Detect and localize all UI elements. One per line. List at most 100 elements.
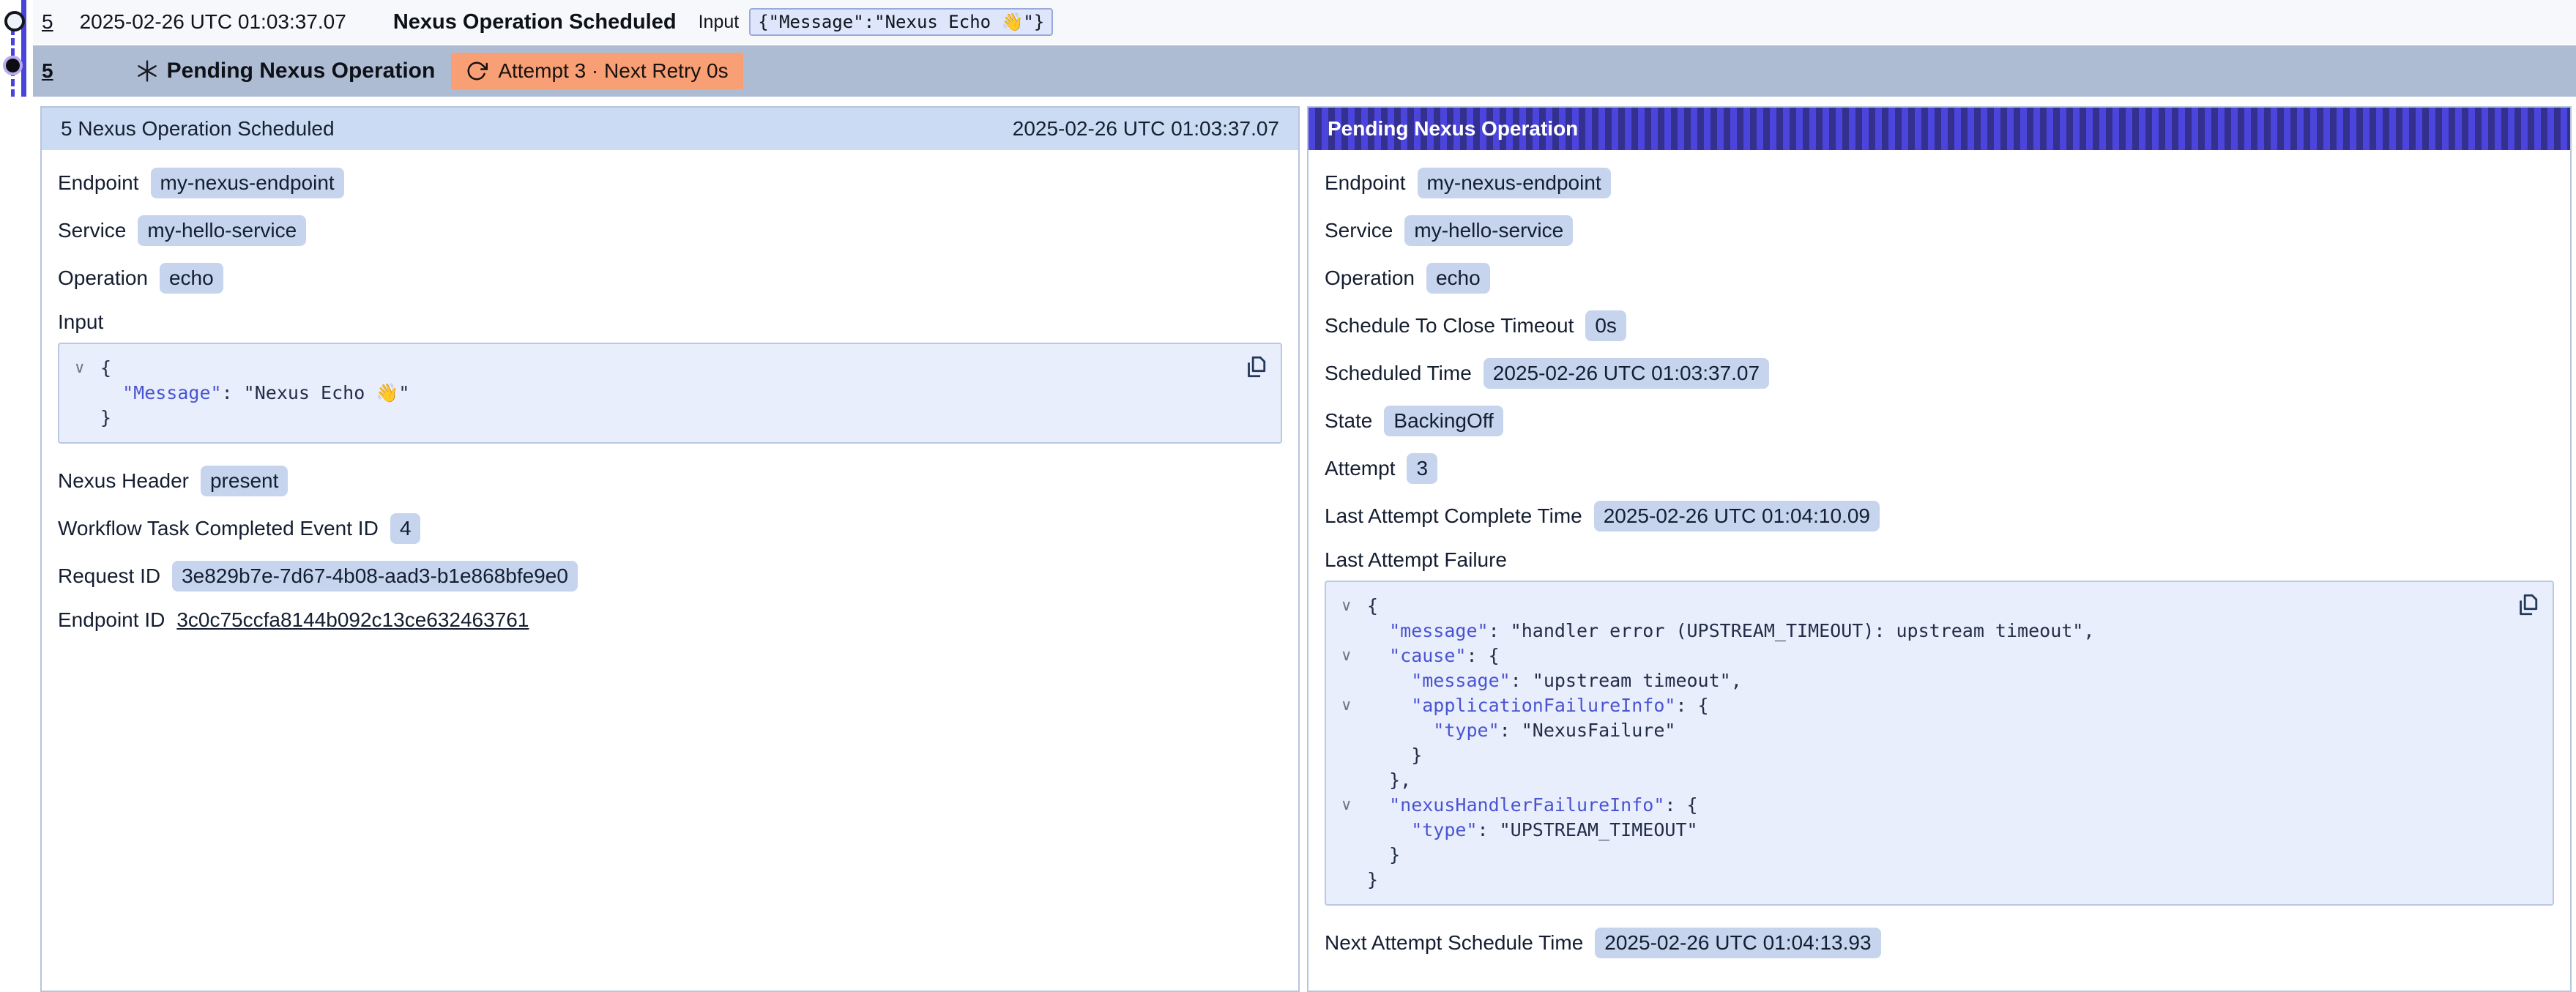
field-label: Nexus Header [58, 469, 189, 493]
detail-row-endpoint-id: Endpoint ID 3c0c75ccfa8144b092c13ce63246… [58, 608, 1282, 632]
event-detail-title: 5 Nexus Operation Scheduled [61, 117, 335, 141]
event-id-link[interactable]: 5 [42, 10, 53, 34]
json-line: "type": "UPSTREAM_TIMEOUT" [1341, 818, 2538, 843]
field-label: Endpoint [58, 171, 139, 195]
input-section-label: Input [58, 310, 1282, 334]
detail-row-operation: Operation echo [1325, 263, 2554, 294]
json-line: ∨{ [74, 356, 1266, 381]
json-line: "message": "handler error (UPSTREAM_TIME… [1341, 619, 2538, 644]
detail-row-last-attempt-complete-time: Last Attempt Complete Time 2025-02-26 UT… [1325, 501, 2554, 532]
input-json-viewer: ∨{ "Message": "Nexus Echo 👋" } [58, 343, 1282, 444]
retry-icon [466, 60, 488, 82]
detail-row-endpoint: Endpoint my-nexus-endpoint [58, 168, 1282, 198]
collapse-chevron-icon[interactable]: ∨ [1341, 644, 1367, 668]
field-value-badge: my-nexus-endpoint [151, 168, 344, 198]
field-label: Operation [58, 266, 148, 290]
event-timestamp: 2025-02-26 UTC 01:03:37.07 [80, 10, 346, 34]
json-line: ∨ "nexusHandlerFailureInfo": { [1341, 793, 2538, 818]
field-value-badge: present [201, 466, 288, 496]
failure-json-viewer: ∨{ "message": "handler error (UPSTREAM_T… [1325, 581, 2554, 906]
event-row-nexus-operation-scheduled[interactable]: 5 2025-02-26 UTC 01:03:37.07 Nexus Opera… [33, 0, 2576, 44]
event-input-preview-badge: {"Message":"Nexus Echo 👋"} [749, 8, 1053, 36]
pending-asterisk-icon [135, 59, 160, 83]
collapse-chevron-icon[interactable]: ∨ [1341, 594, 1367, 619]
field-value-badge: 0s [1585, 310, 1626, 341]
field-label: Schedule To Close Timeout [1325, 314, 1574, 337]
event-detail-panels: 5 Nexus Operation Scheduled 2025-02-26 U… [40, 106, 2572, 992]
field-label: Workflow Task Completed Event ID [58, 517, 379, 540]
indent-spacer [1341, 619, 1367, 644]
indent-spacer [1341, 668, 1367, 693]
detail-row-service: Service my-hello-service [1325, 215, 2554, 246]
detail-row-state: State BackingOff [1325, 406, 2554, 436]
detail-row-service: Service my-hello-service [58, 215, 1282, 246]
timeline-filled-node-icon [6, 59, 20, 72]
detail-row-attempt: Attempt 3 [1325, 453, 2554, 484]
field-value-badge: my-hello-service [138, 215, 306, 246]
workflow-history-view: 5 2025-02-26 UTC 01:03:37.07 Nexus Opera… [0, 0, 2576, 956]
json-line: ∨ "applicationFailureInfo": { [1341, 693, 2538, 718]
copy-icon[interactable] [1243, 354, 1267, 379]
collapse-chevron-icon[interactable]: ∨ [74, 356, 100, 381]
field-label: Endpoint ID [58, 608, 165, 632]
indent-spacer [1341, 818, 1367, 843]
indent-spacer [1341, 843, 1367, 868]
field-label: Request ID [58, 564, 160, 588]
field-value-badge: 3 [1407, 453, 1437, 484]
json-line: } [74, 406, 1266, 430]
json-line: } [1341, 743, 2538, 768]
field-label: State [1325, 409, 1372, 433]
json-line: "Message": "Nexus Echo 👋" [74, 381, 1266, 406]
field-label: Last Attempt Complete Time [1325, 504, 1582, 528]
detail-row-workflow-task-completed-event-id: Workflow Task Completed Event ID 4 [58, 513, 1282, 544]
field-label: Attempt [1325, 457, 1395, 480]
field-label: Endpoint [1325, 171, 1406, 195]
event-input-label: Input [699, 12, 740, 33]
field-label: Scheduled Time [1325, 362, 1472, 385]
json-line: ∨{ [1341, 594, 2538, 619]
pending-operation-header: Pending Nexus Operation [1309, 108, 2570, 150]
json-line: }, [1341, 768, 2538, 793]
timeline-open-node-icon [4, 11, 25, 31]
collapse-chevron-icon[interactable]: ∨ [1341, 693, 1367, 718]
field-label: Service [58, 219, 126, 242]
field-value-badge: BackingOff [1384, 406, 1503, 436]
collapse-chevron-icon[interactable]: ∨ [1341, 793, 1367, 818]
field-value-badge: 3e829b7e-7d67-4b08-aad3-b1e868bfe9e0 [172, 561, 578, 592]
json-line: } [1341, 843, 2538, 868]
field-value-badge: echo [160, 263, 223, 294]
event-title: Nexus Operation Scheduled [393, 10, 677, 34]
pending-nexus-operation-row[interactable]: 5 Pending Nexus Operation Attempt 3 · Ne… [33, 45, 2576, 97]
json-line: ∨ "cause": { [1341, 644, 2538, 668]
indent-spacer [1341, 743, 1367, 768]
indent-spacer [1341, 868, 1367, 892]
detail-row-nexus-header: Nexus Header present [58, 466, 1282, 496]
retry-badge-label: Attempt 3 · Next Retry 0s [498, 59, 728, 83]
pending-row-title: Pending Nexus Operation [167, 59, 436, 83]
json-line: "type": "NexusFailure" [1341, 718, 2538, 743]
copy-icon[interactable] [2514, 592, 2539, 617]
pending-operation-title: Pending Nexus Operation [1328, 117, 1578, 141]
field-label: Operation [1325, 266, 1415, 290]
event-detail-card: 5 Nexus Operation Scheduled 2025-02-26 U… [40, 106, 1300, 992]
pending-operation-card: Pending Nexus Operation Endpoint my-nexu… [1307, 106, 2572, 992]
json-line: "message": "upstream timeout", [1341, 668, 2538, 693]
endpoint-id-link[interactable]: 3c0c75ccfa8144b092c13ce632463761 [176, 608, 529, 632]
indent-spacer [1341, 718, 1367, 743]
detail-row-schedule-to-close-timeout: Schedule To Close Timeout 0s [1325, 310, 2554, 341]
last-attempt-failure-label: Last Attempt Failure [1325, 548, 2554, 572]
detail-row-scheduled-time: Scheduled Time 2025-02-26 UTC 01:03:37.0… [1325, 358, 2554, 389]
retry-attempt-badge: Attempt 3 · Next Retry 0s [451, 53, 742, 89]
field-value-badge: 2025-02-26 UTC 01:04:10.09 [1594, 501, 1880, 532]
field-value-badge: 2025-02-26 UTC 01:04:13.93 [1595, 928, 1880, 958]
indent-spacer [1341, 768, 1367, 793]
indent-spacer [74, 406, 100, 430]
field-value-badge: my-nexus-endpoint [1418, 168, 1611, 198]
field-value-badge: echo [1426, 263, 1490, 294]
field-label: Service [1325, 219, 1393, 242]
pending-event-id-link[interactable]: 5 [42, 59, 53, 83]
detail-row-next-attempt-schedule-time: Next Attempt Schedule Time 2025-02-26 UT… [1325, 928, 2554, 958]
field-value-badge: 4 [390, 513, 421, 544]
detail-row-request-id: Request ID 3e829b7e-7d67-4b08-aad3-b1e86… [58, 561, 1282, 592]
field-label: Next Attempt Schedule Time [1325, 931, 1583, 955]
